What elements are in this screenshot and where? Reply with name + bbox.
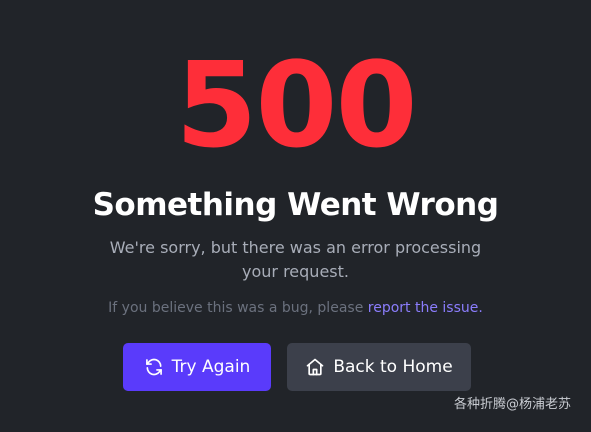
back-to-home-button[interactable]: Back to Home bbox=[287, 343, 471, 391]
back-to-home-label: Back to Home bbox=[333, 357, 453, 377]
error-title: Something Went Wrong bbox=[92, 187, 499, 223]
refresh-icon bbox=[145, 358, 162, 376]
watermark: 各种折腾@杨浦老苏 bbox=[453, 397, 571, 412]
error-page: 500 Something Went Wrong We're sorry, bu… bbox=[0, 0, 591, 432]
report-issue-link[interactable]: report the issue. bbox=[368, 300, 483, 316]
error-code: 500 bbox=[175, 36, 417, 174]
error-description: We're sorry, but there was an error proc… bbox=[109, 238, 482, 281]
try-again-label: Try Again bbox=[171, 357, 251, 377]
bug-report-prefix: If you believe this was a bug, please bbox=[108, 300, 368, 316]
try-again-button[interactable]: Try Again bbox=[123, 343, 271, 391]
home-icon bbox=[306, 358, 324, 376]
bug-report-text: If you believe this was a bug, please re… bbox=[0, 298, 591, 318]
